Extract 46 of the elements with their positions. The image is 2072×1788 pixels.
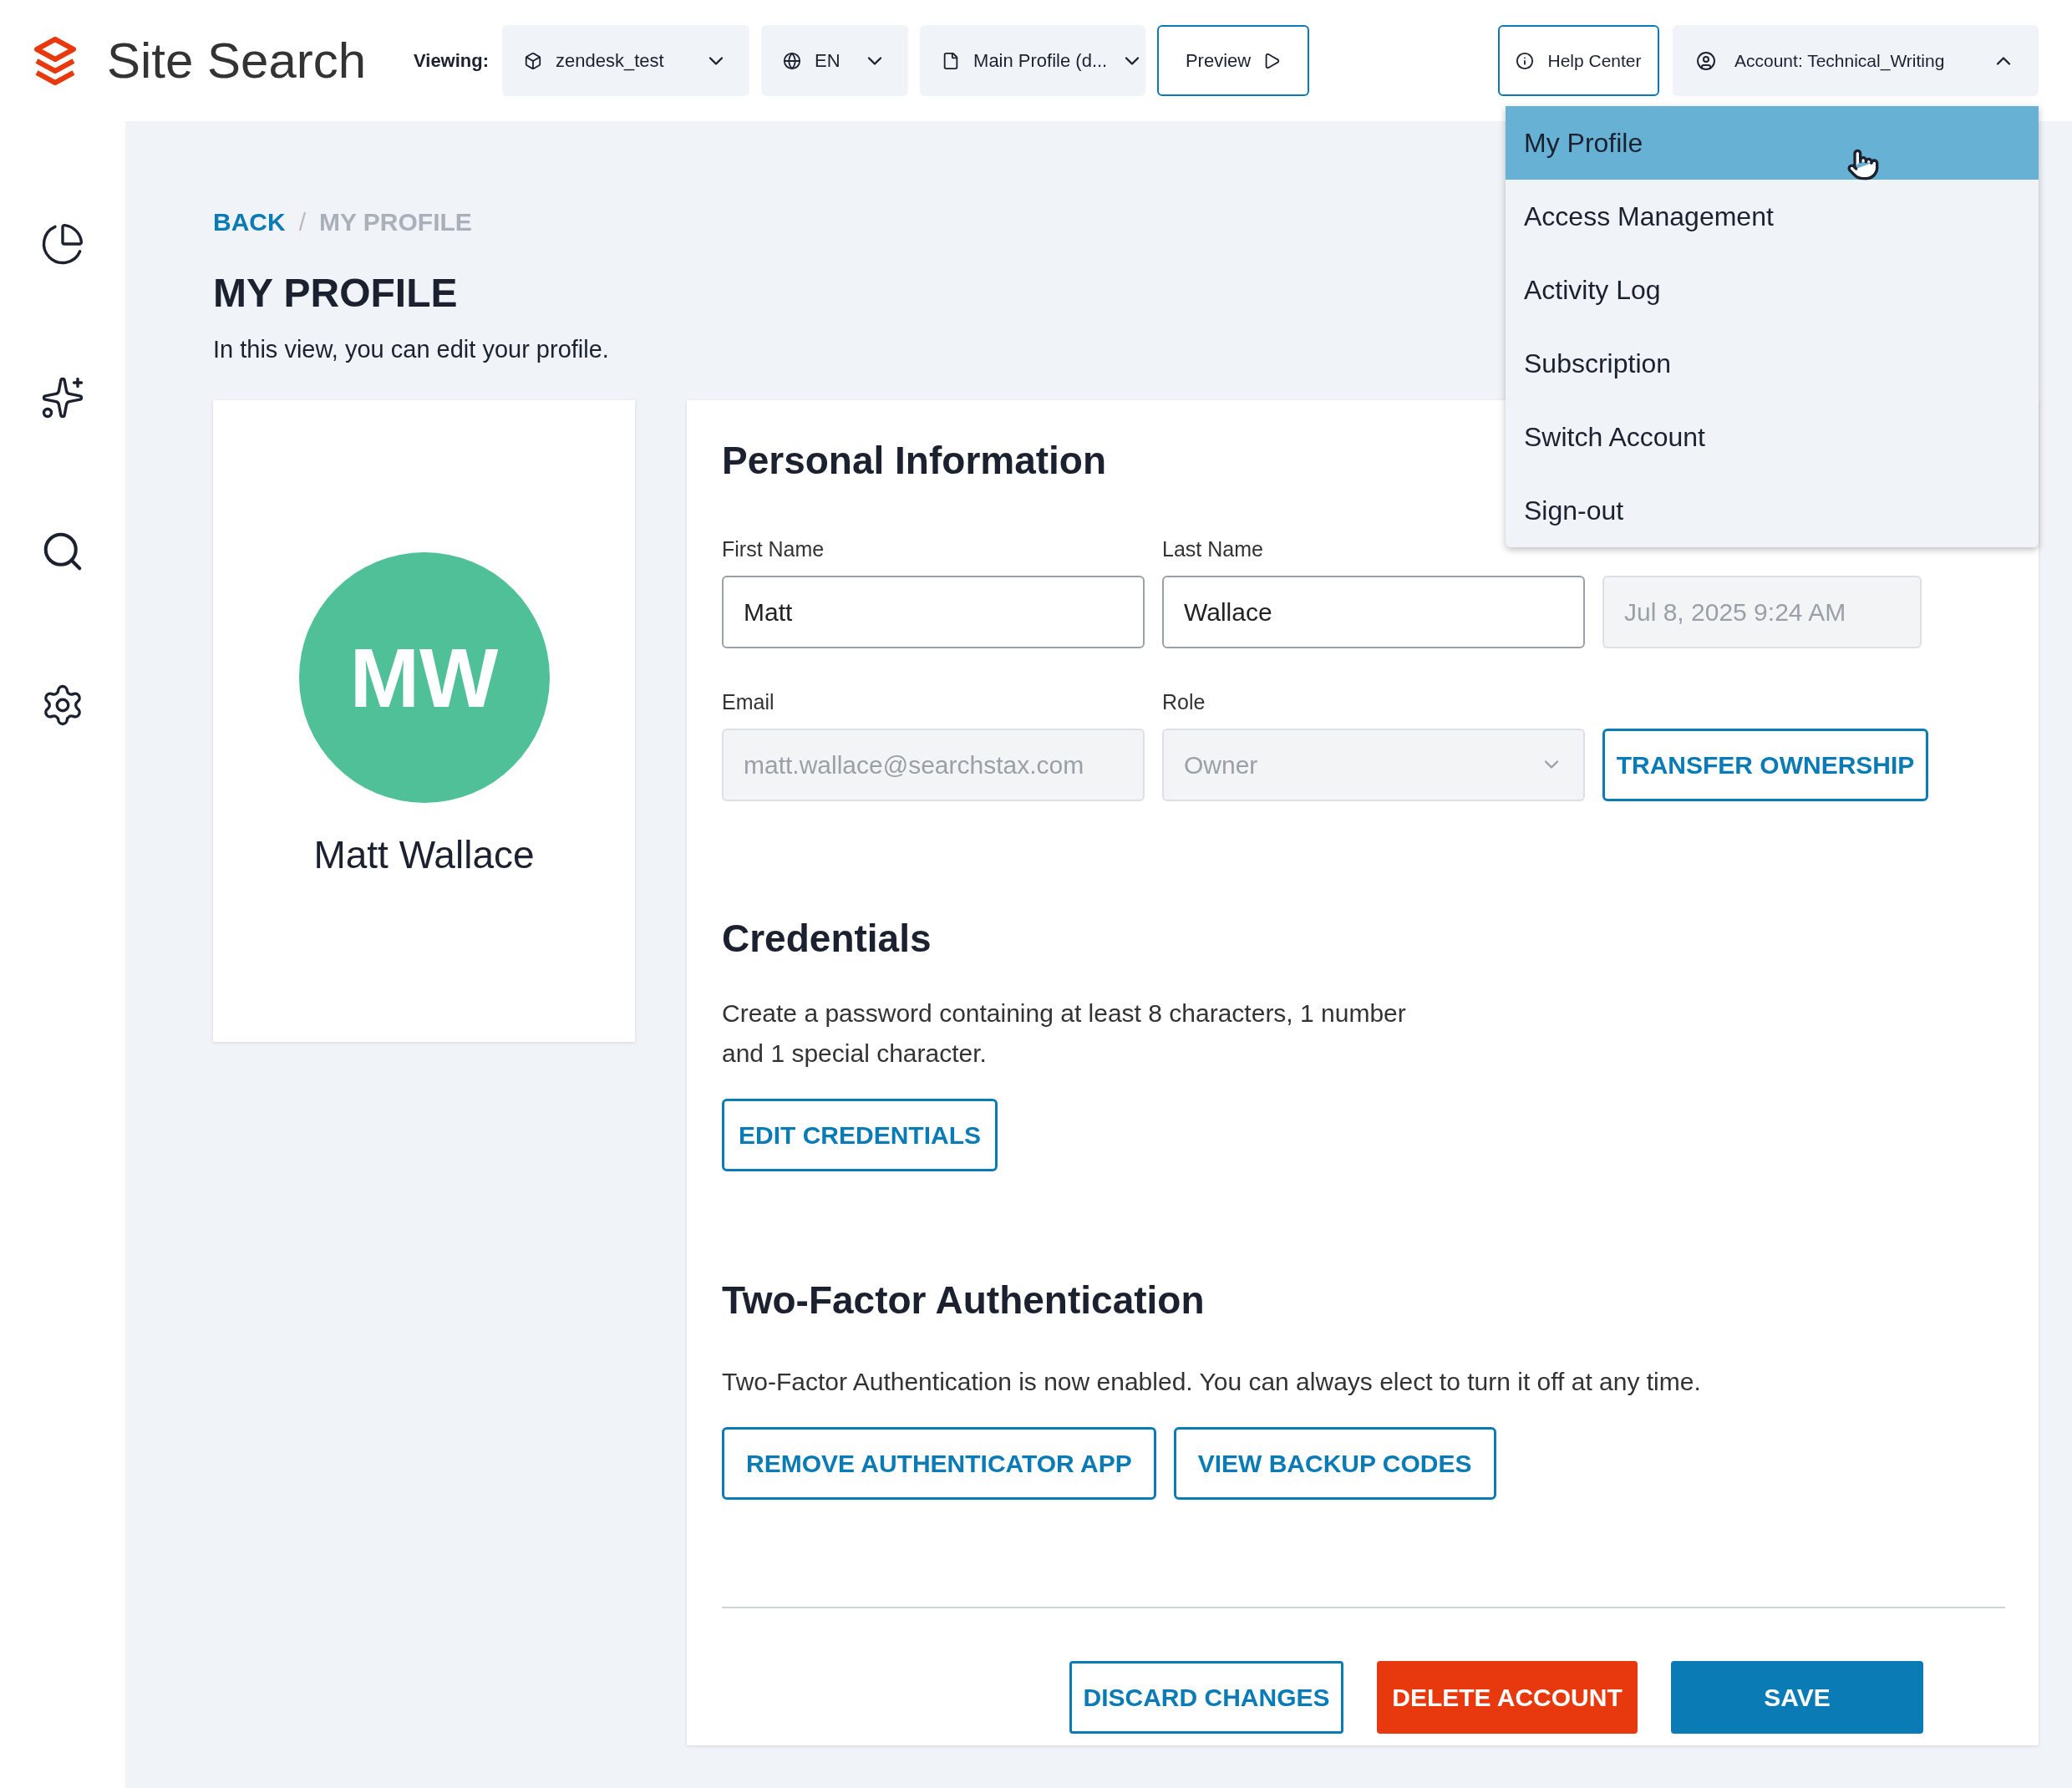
section-heading: Personal Information xyxy=(722,437,1107,484)
breadcrumb-current: MY PROFILE xyxy=(319,206,472,237)
footer-button[interactable]: SAVE xyxy=(1671,1660,1923,1734)
sparkles-icon[interactable] xyxy=(40,375,85,420)
field-label: Last Name xyxy=(1162,536,1264,562)
selector-dropdown[interactable]: Main Profile (d... xyxy=(920,25,1146,96)
breadcrumb-link[interactable]: BACK xyxy=(213,202,286,241)
transfer-ownership-button[interactable]: TRANSFER OWNERSHIP xyxy=(1602,728,1928,801)
two-factor-description: Two-Factor Authentication is now enabled. You can always elect to turn it off at any time. xyxy=(722,1366,1701,1397)
selector-dropdown[interactable]: EN xyxy=(761,25,909,96)
pie-chart-icon[interactable] xyxy=(40,221,85,267)
menu-item[interactable]: Switch Account xyxy=(1506,400,2039,474)
menu-item[interactable]: My Profile xyxy=(1506,106,2039,180)
footer-button[interactable]: DISCARD CHANGES xyxy=(1069,1660,1343,1734)
brand-name: Site Search xyxy=(107,31,367,90)
field-label: First Name xyxy=(722,536,825,562)
account-dropdown[interactable]: Account: Technical_Writing xyxy=(1673,25,2039,96)
input-field[interactable]: Wallace xyxy=(1162,575,1585,648)
info-icon xyxy=(1516,51,1535,70)
breadcrumb-separator: / xyxy=(298,206,306,237)
menu-item[interactable]: Subscription xyxy=(1506,327,2039,400)
section-heading: Credentials xyxy=(722,915,932,962)
field-label: Role xyxy=(1162,688,1206,715)
globe-icon xyxy=(783,51,802,70)
input-field[interactable]: Matt xyxy=(722,575,1145,648)
edit-credentials-button[interactable]: EDIT CREDENTIALS xyxy=(722,1098,998,1171)
user-icon xyxy=(1696,50,1716,71)
page-title: MY PROFILE xyxy=(213,270,458,317)
footer-button[interactable]: DELETE ACCOUNT xyxy=(1377,1660,1638,1734)
menu-item[interactable]: Activity Log xyxy=(1506,253,2039,327)
viewing-label: Viewing: xyxy=(414,49,490,73)
preview-button[interactable]: Preview xyxy=(1157,25,1310,96)
field-label: Email xyxy=(722,688,775,715)
two-factor-button[interactable]: REMOVE AUTHENTICATOR APP xyxy=(722,1426,1156,1500)
section-heading: Two-Factor Authentication xyxy=(722,1277,1205,1323)
page-subtitle: In this view, you can edit your profile. xyxy=(213,335,609,364)
hand-pointer-icon xyxy=(1846,148,1880,181)
menu-item[interactable]: Access Management xyxy=(1506,180,2039,253)
profile-name: Matt Wallace xyxy=(313,831,535,878)
two-factor-button[interactable]: VIEW BACKUP CODES xyxy=(1173,1426,1496,1500)
credentials-description: Create a password containing at least 8 characters, 1 number and 1 special character. xyxy=(722,998,1407,1069)
menu-item[interactable]: Sign-out xyxy=(1506,474,2039,547)
cube-icon xyxy=(524,51,543,70)
logo-icon xyxy=(32,35,79,86)
selector-dropdown[interactable]: zendesk_test xyxy=(502,25,750,96)
help-center-button[interactable]: Help Center xyxy=(1498,25,1659,96)
